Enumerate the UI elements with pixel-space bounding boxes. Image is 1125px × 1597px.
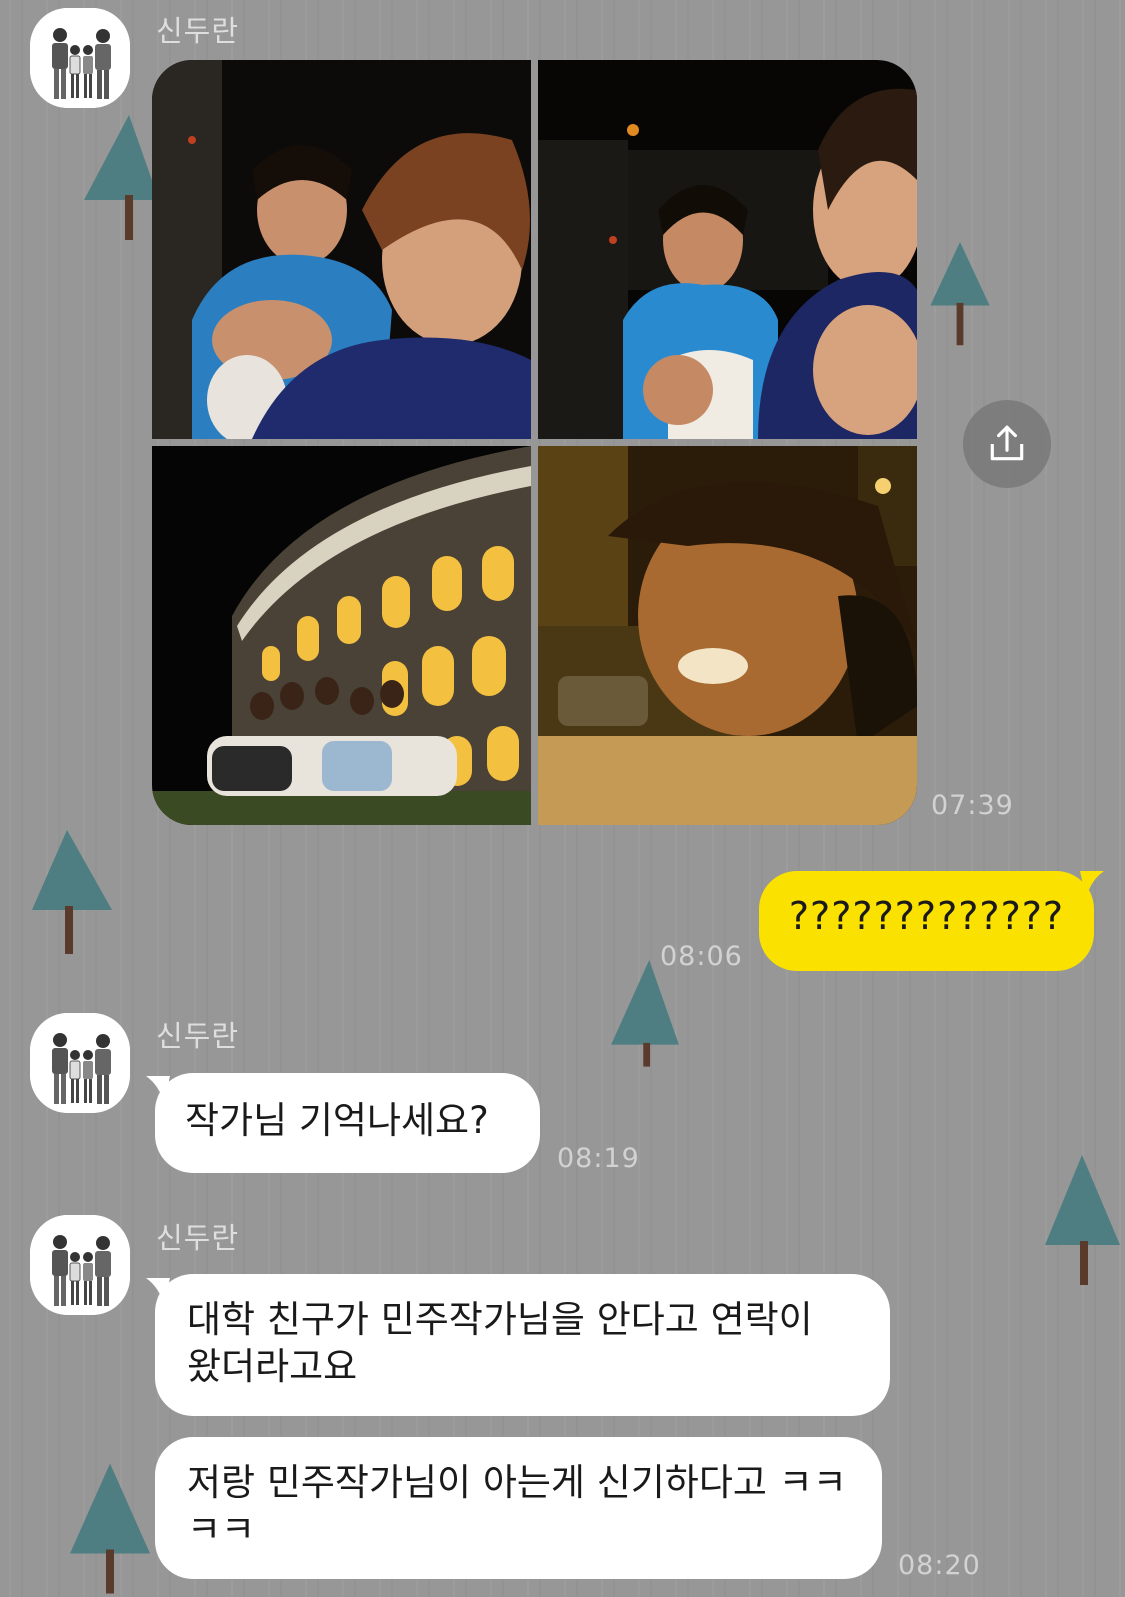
timestamp: 08:06 [660,941,743,972]
avatar[interactable] [30,1215,130,1315]
sender-name: 신두란 [156,1019,240,1053]
their-message-bubble[interactable]: 저랑 민주작가님이 아는게 신기하다고 ㅋㅋㅋㅋ [155,1437,882,1579]
timestamp: 08:19 [557,1143,640,1174]
tree-icon [1040,1155,1120,1285]
photo-grid[interactable] [152,60,917,825]
sender-name: 신두란 [156,1221,240,1255]
timestamp: 07:39 [931,790,1014,821]
photo-4[interactable] [538,446,917,825]
photo-3[interactable] [152,446,531,825]
message-text: 작가님 기억나세요? [185,1099,489,1142]
timestamp: 08:20 [898,1550,981,1581]
share-icon [990,425,1024,461]
their-message-bubble[interactable]: 작가님 기억나세요? [155,1073,540,1173]
their-message-bubble[interactable]: 대학 친구가 민주작가님을 안다고 연락이 왔더라고요 [155,1274,890,1416]
message-text: 저랑 민주작가님이 아는게 신기하다고 ㅋㅋㅋㅋ [187,1461,847,1551]
tree-icon [925,242,995,352]
avatar[interactable] [30,1013,130,1113]
tree-icon [605,960,685,1070]
share-button[interactable] [963,400,1051,488]
sender-name: 신두란 [156,14,240,48]
tree-icon [70,1460,150,1597]
tree-icon [32,830,112,960]
bubble-tail [1080,871,1104,899]
message-text: 대학 친구가 민주작가님을 안다고 연락이 왔더라고요 [187,1298,813,1388]
photo-2[interactable] [538,60,917,439]
my-message-bubble[interactable]: ????????????? [759,871,1094,971]
avatar[interactable] [30,8,130,108]
photo-1[interactable] [152,60,531,439]
message-text: ????????????? [788,894,1065,938]
